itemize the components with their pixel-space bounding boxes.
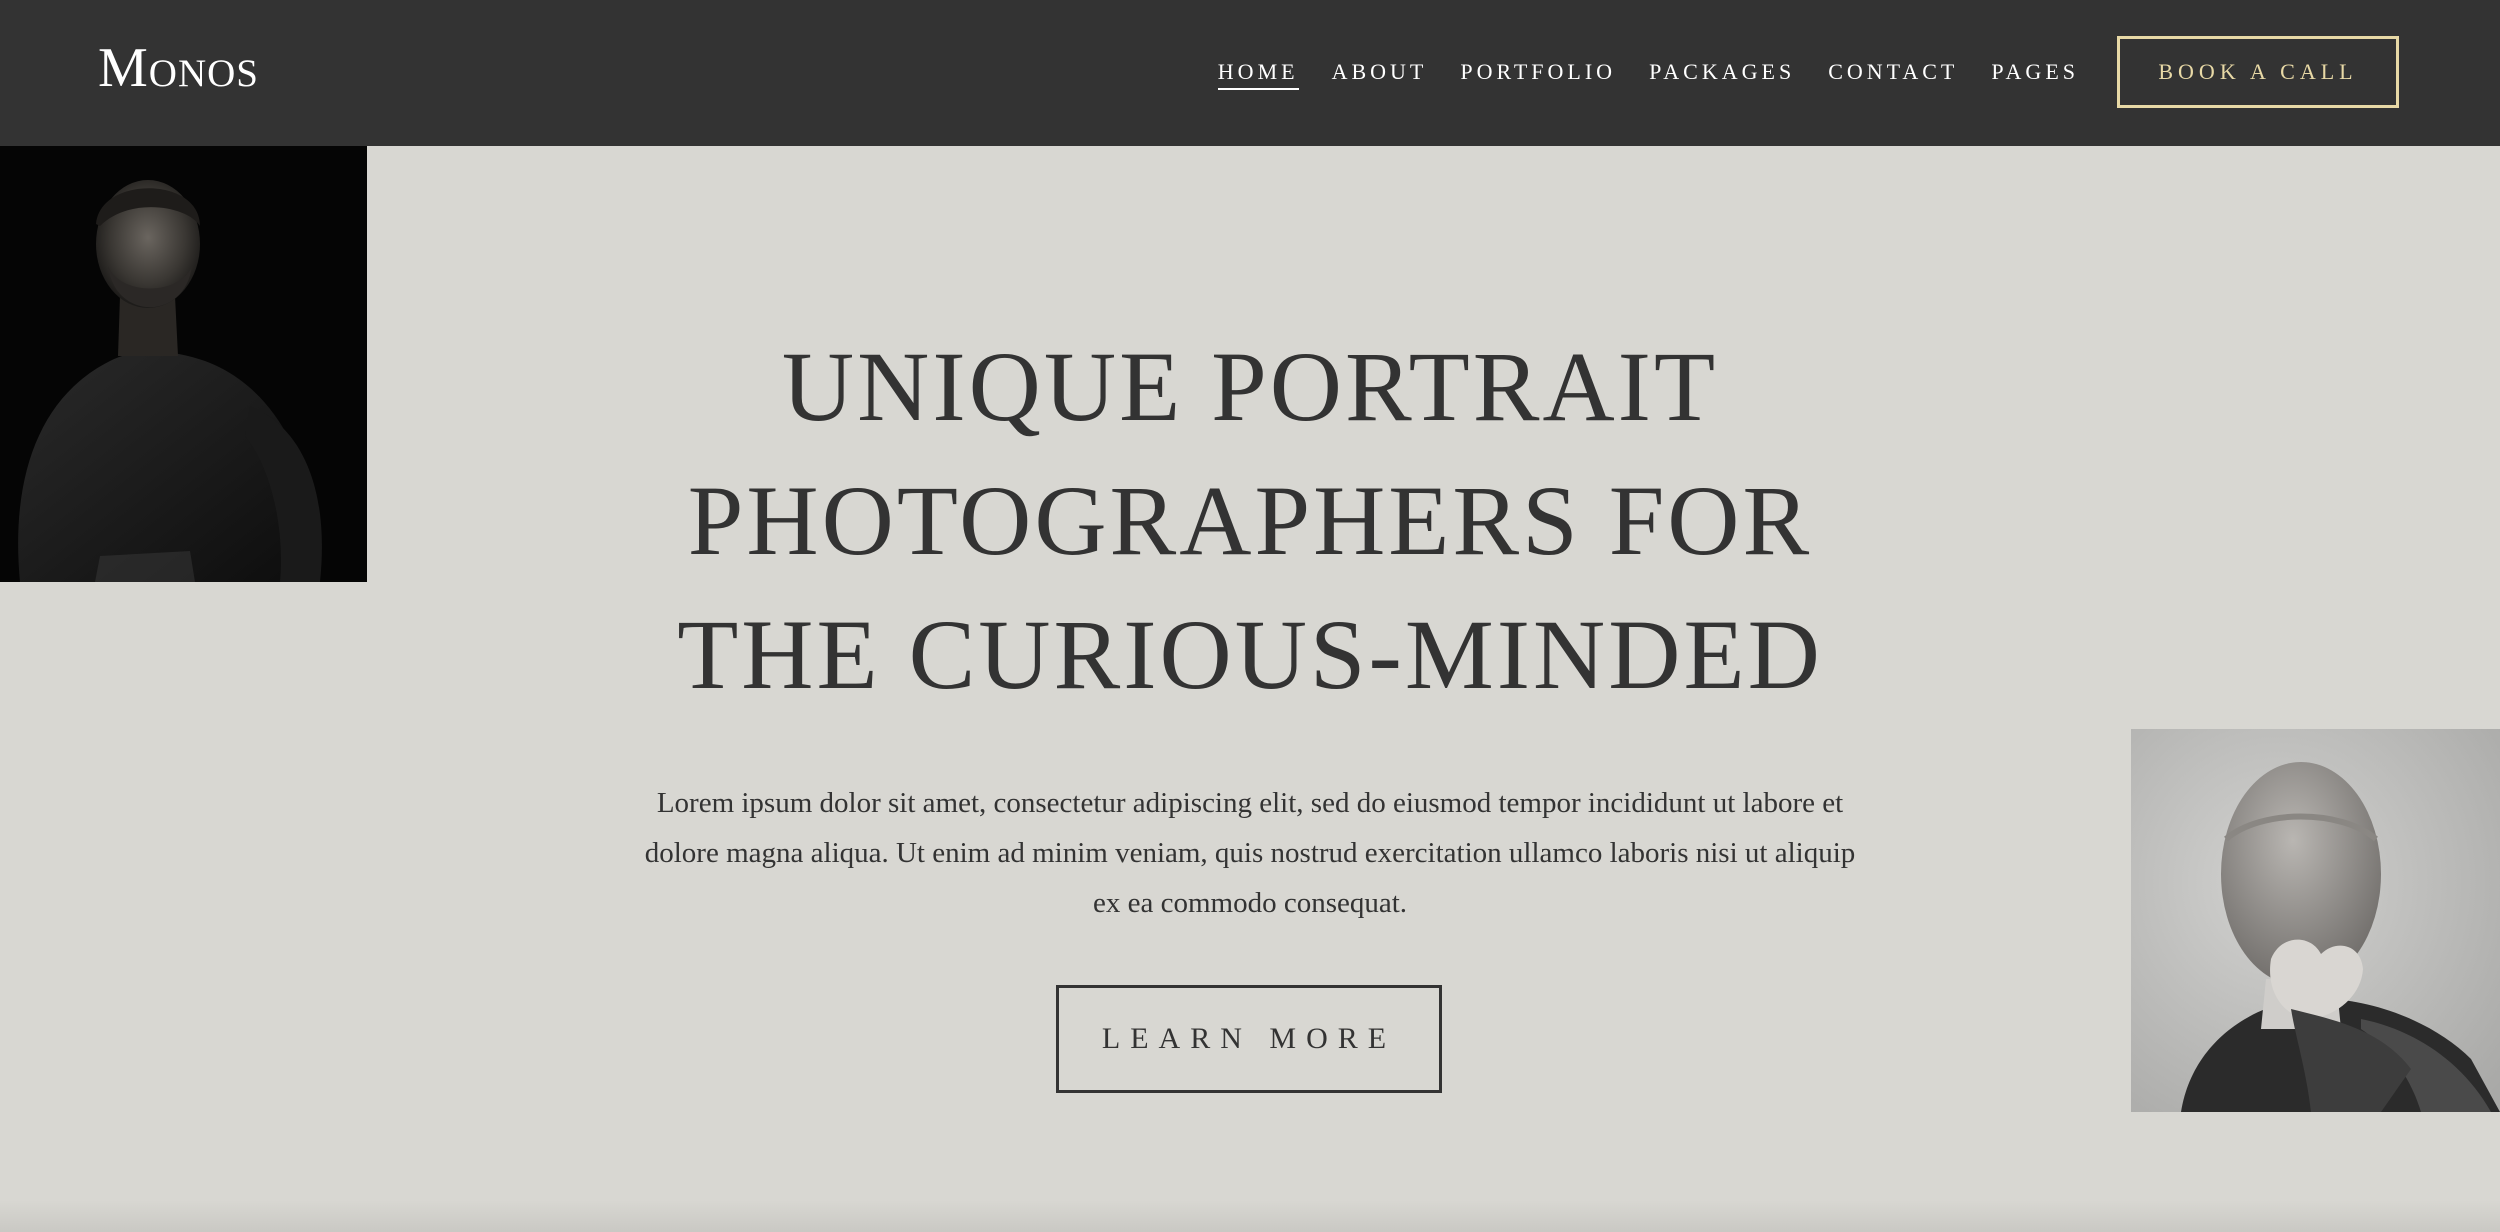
- nav-item-pages[interactable]: PAGES: [1991, 58, 2079, 90]
- nav-item-packages[interactable]: PACKAGES: [1649, 58, 1795, 90]
- book-a-call-button[interactable]: BOOK A CALL: [2117, 36, 2399, 108]
- hero-headline-line-2: PHOTOGRAPHERS FOR: [687, 465, 1813, 576]
- site-logo[interactable]: Monos: [98, 36, 259, 100]
- nav-item-home[interactable]: HOME: [1217, 58, 1299, 90]
- learn-more-button[interactable]: LEARN MORE: [1056, 985, 1442, 1093]
- hero-headline-line-1: UNIQUE PORTRAIT: [781, 331, 1719, 442]
- main-nav: HOME ABOUT PORTFOLIO PACKAGES CONTACT PA…: [1185, 58, 2079, 90]
- hero-headline-line-3: THE CURIOUS-MINDED: [677, 599, 1823, 710]
- hero-headline: UNIQUE PORTRAIT PHOTOGRAPHERS FOR THE CU…: [0, 320, 2500, 722]
- site-header: Monos HOME ABOUT PORTFOLIO PACKAGES CONT…: [0, 0, 2500, 146]
- hero-body-text: Lorem ipsum dolor sit amet, consectetur …: [644, 787, 1856, 919]
- nav-item-about[interactable]: ABOUT: [1332, 58, 1428, 90]
- nav-item-contact[interactable]: CONTACT: [1828, 58, 1958, 90]
- bottom-fade: [0, 1200, 2500, 1232]
- hero-section: UNIQUE PORTRAIT PHOTOGRAPHERS FOR THE CU…: [0, 320, 2500, 722]
- portrait-photo-beanie: [2131, 729, 2500, 1112]
- nav-item-portfolio[interactable]: PORTFOLIO: [1460, 58, 1616, 90]
- portrait-photo-beanie-illustration: [2131, 729, 2500, 1112]
